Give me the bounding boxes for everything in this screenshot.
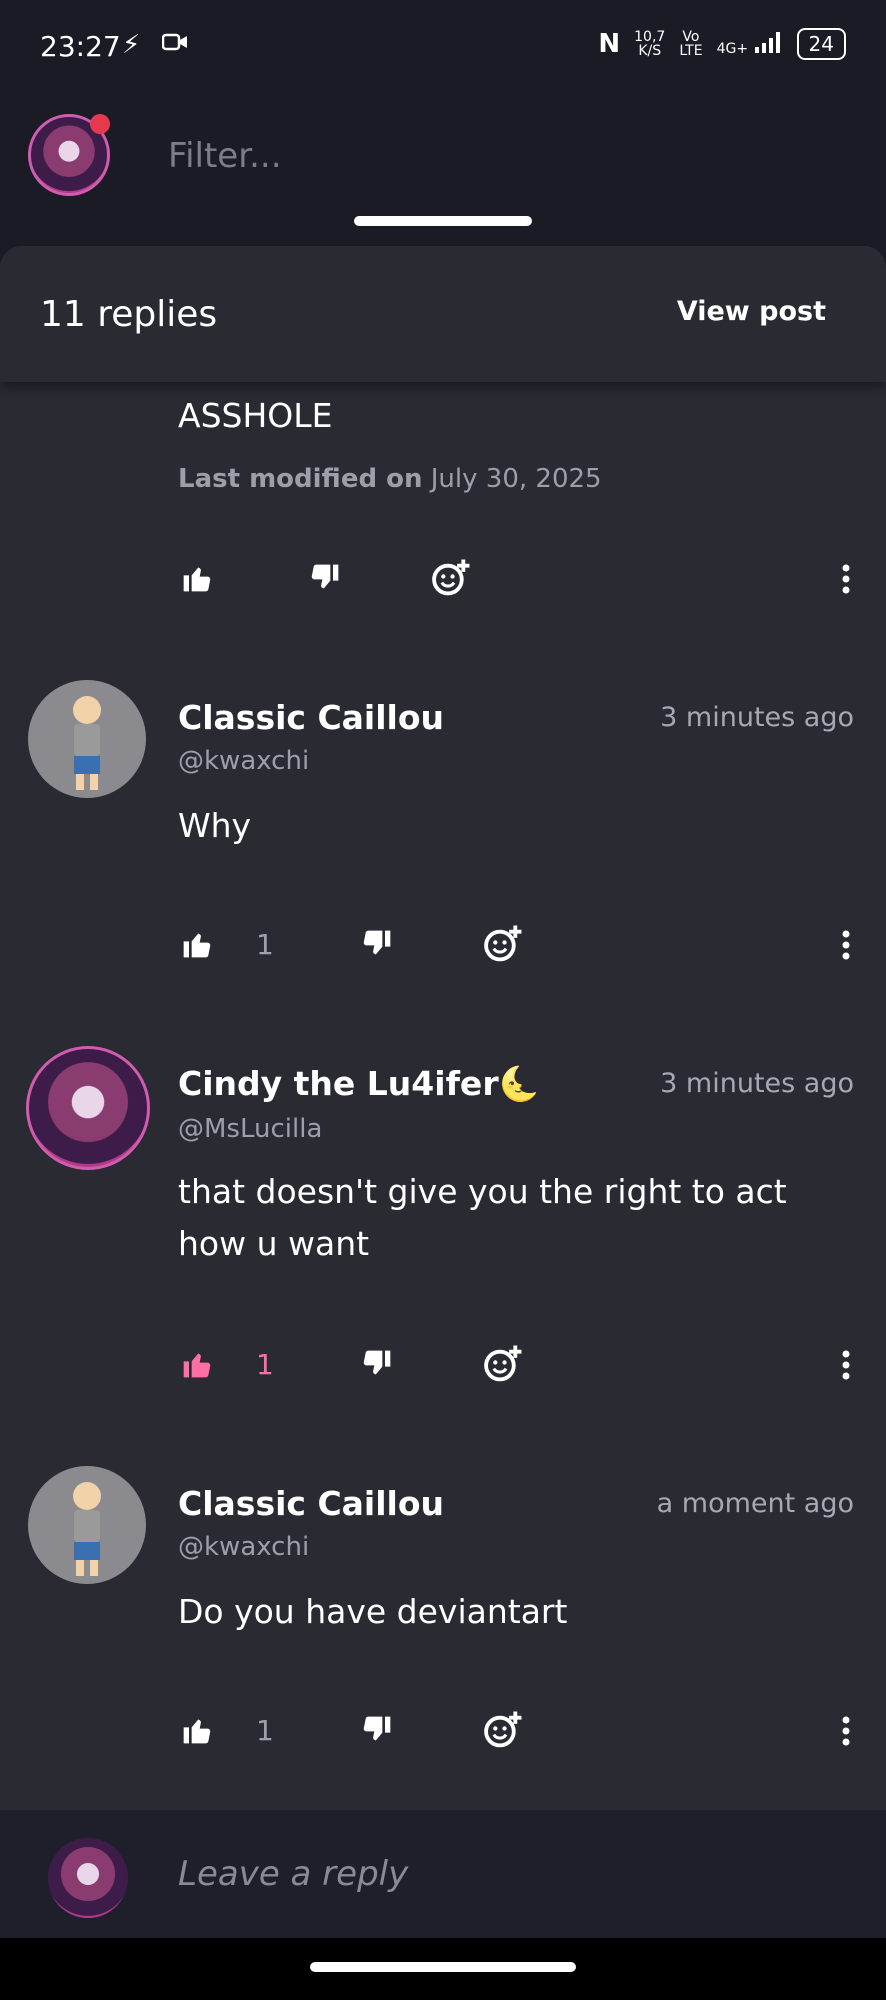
thumbs-up-icon[interactable]: [180, 928, 214, 960]
commenter-handle: @MsLucilla: [178, 1114, 323, 1144]
sheet-drag-handle[interactable]: [354, 216, 532, 226]
status-time: 23:27: [40, 30, 121, 63]
network-speed: 10,7 K/S: [634, 29, 666, 59]
comment-time: a moment ago: [656, 1488, 854, 1519]
comment-time: 3 minutes ago: [660, 702, 854, 733]
reply-input[interactable]: Leave a reply: [178, 1854, 408, 1894]
commenter-name[interactable]: Cindy the Lu4ifer🌜: [178, 1064, 540, 1104]
more-vertical-icon[interactable]: [842, 1716, 850, 1746]
commenter-avatar[interactable]: [28, 680, 146, 798]
commenter-name[interactable]: Classic Caillou: [178, 1484, 444, 1523]
nfc-icon: N: [598, 29, 621, 59]
replies-sheet: 11 replies View post ASSHOLE Last modifi…: [0, 246, 886, 1810]
system-nav-bar: [0, 1938, 886, 2000]
filter-input[interactable]: Filter...: [168, 136, 282, 176]
commenter-handle: @kwaxchi: [178, 746, 310, 776]
video-icon: [161, 30, 188, 60]
status-bar: 23:27 ⚡ N 10,7 K/S Vo LTE 4G+ 24: [0, 0, 886, 96]
reply-bar: Leave a reply: [0, 1810, 886, 1938]
status-icons: N 10,7 K/S Vo LTE 4G+ 24: [598, 28, 846, 60]
like-count: 1: [256, 1348, 274, 1381]
more-vertical-icon[interactable]: [842, 564, 850, 594]
thumbs-up-icon[interactable]: [180, 1348, 214, 1380]
home-gesture-handle[interactable]: [310, 1962, 576, 1972]
like-count: 1: [256, 928, 274, 961]
commenter-avatar[interactable]: [26, 1046, 150, 1170]
comment-time: 3 minutes ago: [660, 1068, 854, 1099]
battery-icon: 24: [796, 28, 846, 60]
thumbs-down-icon[interactable]: [360, 1348, 394, 1380]
my-avatar: [48, 1838, 128, 1918]
more-vertical-icon[interactable]: [842, 1350, 850, 1380]
like-count: 1: [256, 1714, 274, 1747]
commenter-avatar[interactable]: [28, 1466, 146, 1584]
signal-icon: 4G+: [717, 31, 783, 57]
comment-text: Why: [178, 806, 252, 845]
add-reaction-icon[interactable]: [482, 924, 524, 964]
commenter-name[interactable]: Classic Caillou: [178, 698, 444, 737]
thumbs-up-icon[interactable]: [180, 1714, 214, 1746]
thumbs-down-icon[interactable]: [360, 928, 394, 960]
last-modified: Last modified on July 30, 2025: [178, 464, 602, 494]
sheet-header: 11 replies View post: [0, 246, 886, 382]
thumbs-down-icon[interactable]: [360, 1714, 394, 1746]
comment-text: Do you have deviantart: [178, 1592, 568, 1631]
comment-text: ASSHOLE: [178, 396, 333, 435]
add-reaction-icon[interactable]: [482, 1710, 524, 1750]
top-bar: Filter...: [0, 96, 886, 236]
notification-dot: [90, 114, 110, 134]
commenter-handle: @kwaxchi: [178, 1532, 310, 1562]
view-post-button[interactable]: View post: [677, 296, 826, 327]
volte-icon: Vo LTE: [679, 29, 703, 59]
more-vertical-icon[interactable]: [842, 930, 850, 960]
flash-icon: ⚡: [122, 30, 141, 60]
thumbs-down-icon[interactable]: [308, 562, 342, 594]
comment-text: that doesn't give you the right to act h…: [178, 1172, 787, 1263]
replies-count: 11 replies: [40, 294, 218, 335]
add-reaction-icon[interactable]: [482, 1344, 524, 1384]
thumbs-up-icon[interactable]: [180, 562, 214, 594]
add-reaction-icon[interactable]: [430, 558, 472, 598]
